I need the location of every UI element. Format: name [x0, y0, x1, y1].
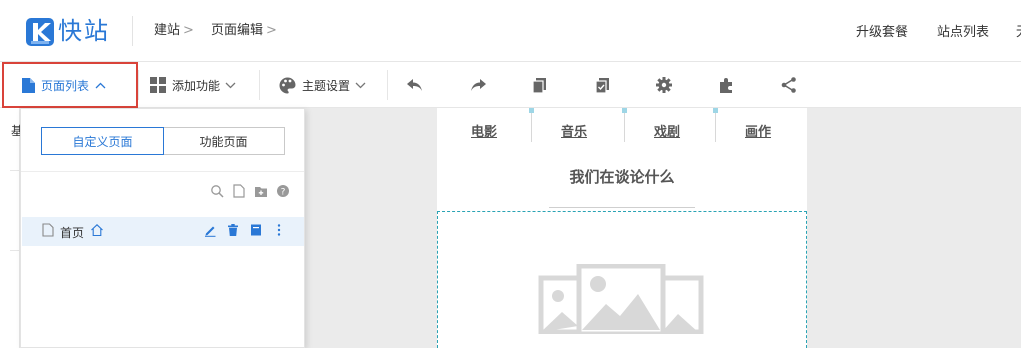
redo-icon[interactable] [469, 76, 487, 94]
kuaizhan-logo-icon[interactable] [26, 18, 54, 46]
share-icon[interactable] [780, 76, 798, 94]
page-list-panel: 自定义页面 功能页面 ? 首页 [20, 108, 305, 348]
top-header: 快站 建站> 页面编辑> 升级套餐 站点列表 无 [0, 0, 1021, 62]
chevron-down-icon [355, 82, 366, 88]
copy-icon[interactable] [531, 76, 549, 94]
palette-icon [279, 77, 296, 93]
page-list-highlight-box [2, 62, 138, 108]
nav-link-paintings[interactable]: 画作 [745, 121, 771, 140]
canvas-right-margin [807, 108, 1021, 348]
left-side-panel [0, 108, 20, 348]
edit-icon[interactable] [203, 223, 217, 237]
new-folder-icon[interactable] [254, 184, 268, 198]
toolbar-divider [259, 70, 260, 100]
delete-icon[interactable] [226, 223, 240, 237]
header-divider [132, 16, 133, 46]
home-icon [91, 224, 103, 237]
nav-marker [622, 108, 627, 113]
left-panel-divider [10, 250, 20, 251]
site-preview: 电影 音乐 戏剧 画作 我们在谈论什么 [437, 108, 807, 348]
header-link-truncated[interactable]: 无 [1016, 24, 1021, 42]
nav-link-music[interactable]: 音乐 [561, 121, 587, 140]
section-title[interactable]: 我们在谈论什么 [437, 166, 807, 187]
add-feature-label: 添加功能 [172, 78, 221, 93]
panel-divider [21, 171, 304, 172]
nav-separator [715, 108, 716, 142]
theme-settings-label: 主题设置 [302, 78, 351, 93]
upgrade-plan-link[interactable]: 升级套餐 [856, 24, 908, 42]
page-type-tabs: 自定义页面 功能页面 [41, 127, 285, 155]
tab-custom-pages[interactable]: 自定义页面 [41, 127, 164, 155]
settings-gear-icon[interactable] [655, 76, 673, 94]
breadcrumb-separator: > [266, 23, 277, 38]
breadcrumb-item-page-edit[interactable]: 页面编辑 > [211, 22, 277, 40]
more-options-icon[interactable] [272, 223, 286, 237]
svg-text:?: ? [281, 188, 286, 198]
left-panel-divider [10, 170, 20, 171]
new-page-icon[interactable] [232, 184, 246, 198]
nav-separator [531, 108, 532, 142]
help-icon[interactable]: ? [276, 184, 290, 198]
search-icon[interactable] [210, 184, 224, 198]
tab-feature-pages[interactable]: 功能页面 [163, 128, 284, 154]
breadcrumb-item-site[interactable]: 建站 > [154, 22, 194, 40]
editor-toolbar: 页面列表 添加功能 主题设置 [0, 62, 1021, 108]
plugin-icon[interactable] [717, 76, 735, 94]
theme-settings-button[interactable]: 主题设置 [279, 62, 366, 108]
image-component[interactable] [437, 211, 807, 348]
nav-marker [529, 108, 534, 113]
chevron-down-icon [225, 82, 236, 88]
breadcrumb-label: 建站 [154, 23, 181, 38]
undo-icon[interactable] [406, 76, 424, 94]
page-list-item[interactable]: 首页 [22, 217, 304, 246]
section-title-underline [549, 207, 695, 208]
toolbar-divider [387, 70, 388, 100]
logo-text[interactable]: 快站 [58, 16, 110, 46]
grid-icon [150, 77, 166, 93]
nav-link-movies[interactable]: 电影 [471, 121, 497, 140]
breadcrumb-separator: > [183, 23, 194, 38]
nav-link-drama[interactable]: 戏剧 [654, 121, 680, 140]
add-feature-button[interactable]: 添加功能 [150, 62, 236, 108]
toolbar-divider [138, 70, 139, 100]
image-placeholder-icon [538, 264, 704, 334]
paste-check-icon[interactable] [594, 76, 612, 94]
site-list-link[interactable]: 站点列表 [937, 24, 989, 42]
breadcrumb-label: 页面编辑 [211, 23, 264, 38]
page-name: 首页 [60, 226, 85, 240]
nav-marker [713, 108, 718, 113]
page-icon [42, 223, 54, 237]
nav-separator [624, 108, 625, 142]
copy-page-icon[interactable] [249, 223, 263, 237]
